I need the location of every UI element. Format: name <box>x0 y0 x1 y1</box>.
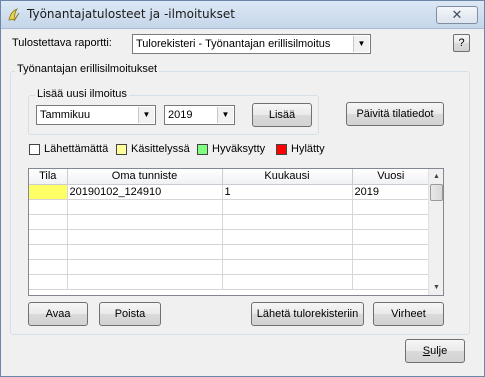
month-select-value: Tammikuu <box>40 109 91 121</box>
table-row[interactable]: 20190102_124910 1 2019 <box>29 184 429 200</box>
column-header-status[interactable]: Tila <box>29 169 68 185</box>
send-to-income-register-button[interactable]: Lähetä tulorekisteriin <box>251 302 364 326</box>
table-header-row: Tila Oma tunniste Kuukausi Vuosi <box>29 169 429 185</box>
add-notice-button[interactable]: Lisää <box>252 103 312 127</box>
scroll-down-icon[interactable]: ▼ <box>429 280 444 295</box>
dialog-window: Työnantajatulosteet ja -ilmoitukset ✕ Tu… <box>0 0 485 377</box>
report-label: Tulostettava raportti: <box>12 37 112 49</box>
legend-swatch-processing <box>116 144 127 155</box>
legend-swatch-unsent <box>29 144 40 155</box>
open-button[interactable]: Avaa <box>28 302 88 326</box>
title-bar[interactable]: Työnantajatulosteet ja -ilmoitukset ✕ <box>1 1 484 29</box>
month-select[interactable]: Tammikuu ▼ <box>36 105 156 125</box>
table-row-empty[interactable] <box>29 274 429 290</box>
legend-label-processing: Käsittelyssä <box>131 143 190 155</box>
report-select-value: Tulorekisteri - Työnantajan erillisilmoi… <box>136 38 331 50</box>
legend-label-unsent: Lähettämättä <box>44 143 109 155</box>
window-title: Työnantajatulosteet ja -ilmoitukset <box>27 7 235 21</box>
chevron-down-icon[interactable]: ▼ <box>217 107 233 123</box>
year-select[interactable]: 2019 ▼ <box>164 105 235 125</box>
column-header-month[interactable]: Kuukausi <box>222 169 353 185</box>
year-cell[interactable]: 2019 <box>352 184 429 200</box>
window-close-button[interactable]: ✕ <box>436 6 478 24</box>
close-button-label-rest: ulje <box>430 345 448 357</box>
legend-label-accepted: Hyväksytty <box>212 143 266 155</box>
year-select-value: 2019 <box>168 109 193 121</box>
new-notice-title: Lisää uusi ilmoitus <box>35 88 129 100</box>
table-row-empty[interactable] <box>29 244 429 260</box>
app-icon <box>8 8 20 22</box>
legend-swatch-rejected <box>276 144 287 155</box>
legend-swatch-accepted <box>197 144 208 155</box>
notices-table[interactable]: Tila Oma tunniste Kuukausi Vuosi 2019010… <box>28 168 444 296</box>
table-row-empty[interactable] <box>29 214 429 230</box>
scroll-up-icon[interactable]: ▲ <box>429 169 444 184</box>
table-row-empty[interactable] <box>29 199 429 215</box>
status-cell[interactable] <box>29 184 68 200</box>
delete-button[interactable]: Poista <box>99 302 161 326</box>
employer-notices-title: Työnantajan erillisilmoitukset <box>15 63 160 75</box>
table-row-empty[interactable] <box>29 229 429 245</box>
close-button-mnemonic: S <box>422 345 431 357</box>
close-button[interactable]: Sulje <box>405 339 465 363</box>
scroll-thumb[interactable] <box>430 184 443 201</box>
help-button[interactable]: ? <box>453 34 470 52</box>
own-id-cell[interactable]: 20190102_124910 <box>67 184 223 200</box>
legend-label-rejected: Hylätty <box>291 143 325 155</box>
errors-button[interactable]: Virheet <box>373 302 444 326</box>
chevron-down-icon[interactable]: ▼ <box>138 107 154 123</box>
month-cell[interactable]: 1 <box>222 184 353 200</box>
chevron-down-icon[interactable]: ▼ <box>353 36 369 52</box>
column-header-own-id[interactable]: Oma tunniste <box>67 169 223 185</box>
column-header-year[interactable]: Vuosi <box>352 169 429 185</box>
report-select[interactable]: Tulorekisteri - Työnantajan erillisilmoi… <box>132 34 371 54</box>
refresh-status-button[interactable]: Päivitä tilatiedot <box>346 102 444 126</box>
table-row-empty[interactable] <box>29 259 429 275</box>
vertical-scrollbar[interactable]: ▲ ▼ <box>428 169 443 295</box>
close-icon: ✕ <box>451 7 463 22</box>
